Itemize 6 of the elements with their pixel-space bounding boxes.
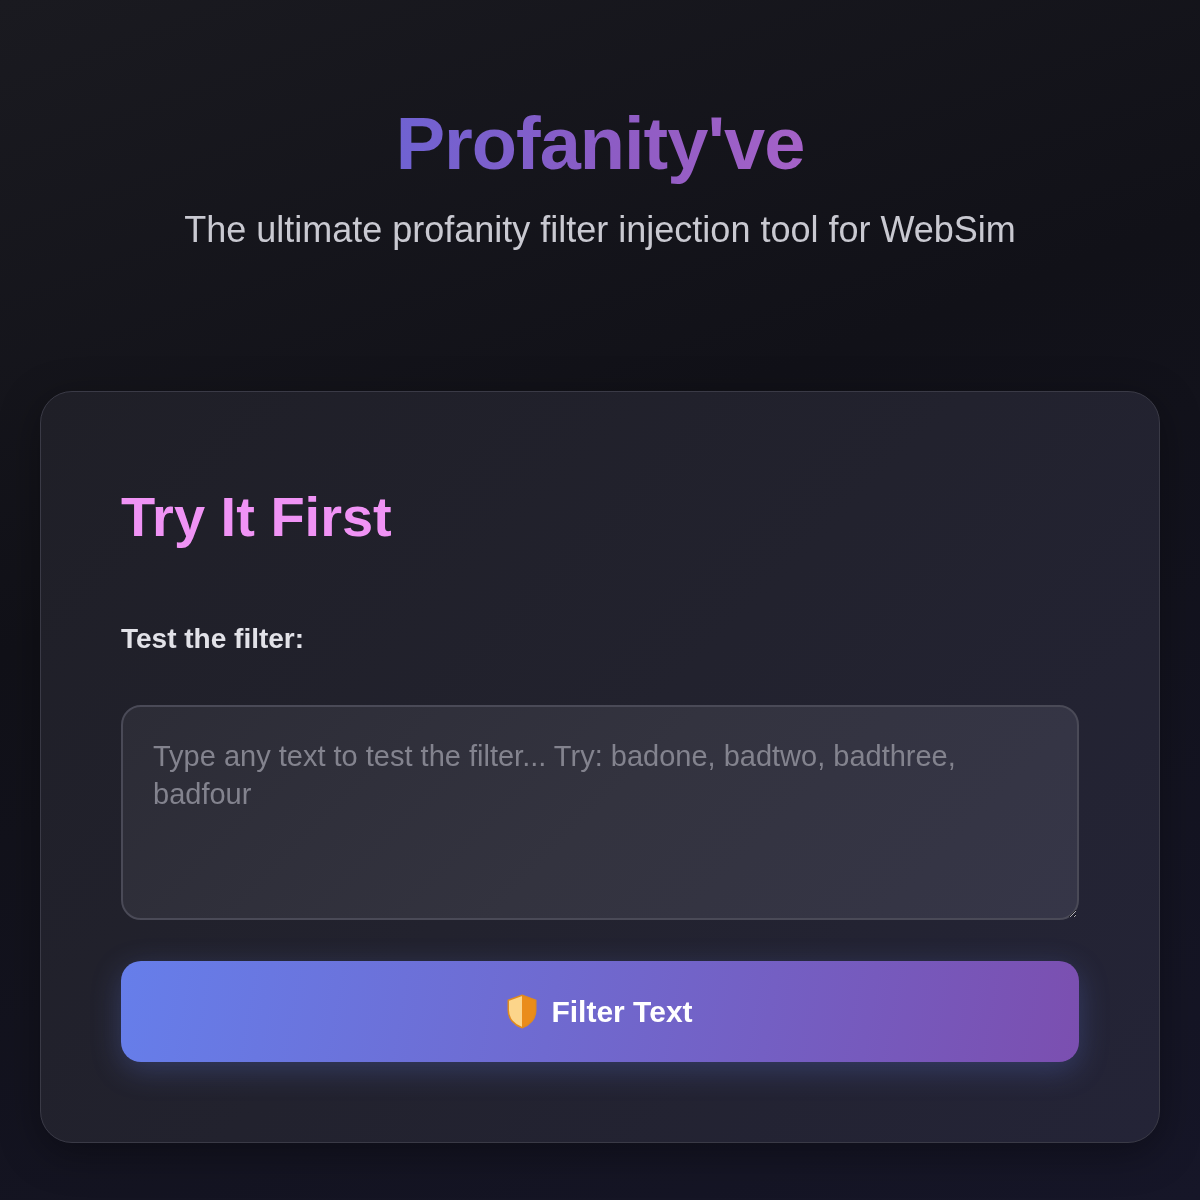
shield-icon [507,994,538,1029]
text-input-field[interactable]: Type any text to test the filter... Try: badone, badtwo, badthree, badfour [121,705,1079,920]
field-label: Test the filter: [121,622,305,656]
app-subtitle: The ultimate profanity filter injection tool for WebSim [184,208,1016,252]
card-heading: Try It First [121,484,392,550]
filter-text-button[interactable]: Filter Text [121,961,1079,1062]
